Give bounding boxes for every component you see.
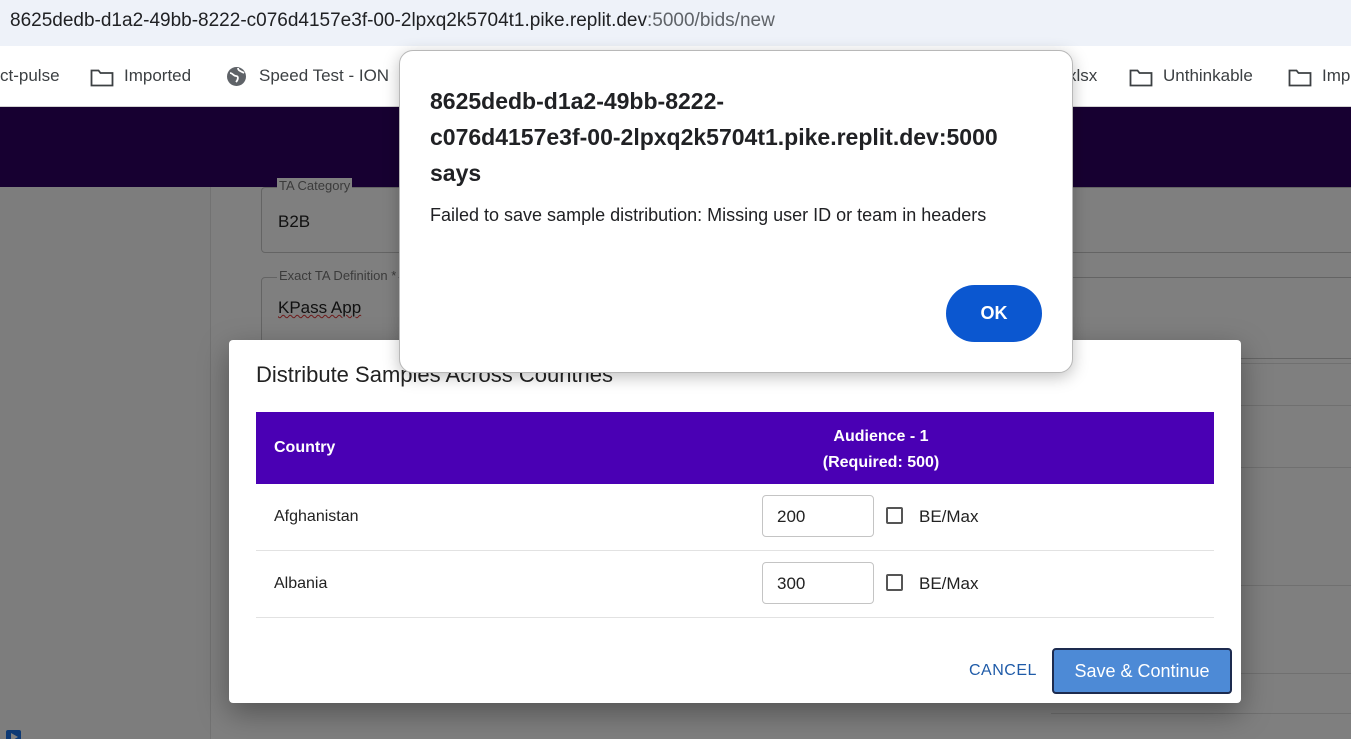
table-header: Country Audience - 1 (Required: 500) — [256, 412, 1214, 484]
globe-icon — [226, 66, 247, 87]
url-host: 8625dedb-d1a2-49bb-8222-c076d4157e3f-00-… — [10, 10, 647, 31]
be-max-checkbox[interactable] — [886, 507, 903, 524]
address-bar[interactable]: 8625dedb-d1a2-49bb-8222-c076d4157e3f-00-… — [0, 0, 1351, 46]
url-text[interactable]: 8625dedb-d1a2-49bb-8222-c076d4157e3f-00-… — [10, 0, 775, 42]
quantity-input[interactable]: 200 — [762, 495, 874, 537]
alert-origin: 8625dedb-d1a2-49bb-8222- c076d4157e3f-00-… — [430, 83, 1050, 191]
be-max-label: BE/Max — [919, 507, 979, 526]
folder-icon — [90, 68, 114, 87]
table-row: Albania 300 BE/Max — [256, 551, 1214, 618]
bookmark-label: ct-pulse — [0, 66, 60, 85]
be-max-label: BE/Max — [919, 574, 979, 593]
url-path: :5000/bids/new — [647, 10, 775, 31]
quantity-input[interactable]: 300 — [762, 562, 874, 604]
bookmark-imported[interactable]: Imported — [90, 46, 191, 106]
be-max-checkbox[interactable] — [886, 574, 903, 591]
browser-alert-dialog: 8625dedb-d1a2-49bb-8222- c076d4157e3f-00-… — [399, 50, 1073, 373]
bookmark-imp[interactable]: Imp — [1288, 46, 1350, 106]
bookmark-label: Imp — [1322, 66, 1351, 85]
folder-icon — [1288, 68, 1312, 87]
table-row: Afghanistan 200 BE/Max — [256, 484, 1214, 551]
save-and-continue-button[interactable]: Save & Continue — [1052, 648, 1232, 694]
audience-name: Audience - 1 — [833, 428, 929, 445]
distribution-table: Country Audience - 1 (Required: 500) Afg… — [256, 412, 1214, 618]
alert-origin-host: 8625dedb-d1a2-49bb-8222- c076d4157e3f-00-… — [430, 88, 998, 150]
bookmark-speed-test[interactable]: Speed Test - ION — [226, 46, 389, 106]
distribute-samples-dialog: Distribute Samples Across Countries Coun… — [229, 340, 1241, 703]
country-name: Albania — [274, 575, 328, 592]
folder-icon — [1129, 68, 1153, 87]
bookmark-label: Imported — [124, 66, 192, 85]
bookmark-unthinkable[interactable]: Unthinkable — [1129, 46, 1253, 106]
bookmark-label: Unthinkable — [1163, 66, 1253, 85]
ok-button[interactable]: OK — [946, 285, 1042, 342]
alert-message: Failed to save sample distribution: Miss… — [430, 205, 987, 225]
country-name: Afghanistan — [274, 508, 359, 525]
alert-says: says — [430, 160, 482, 186]
cancel-button[interactable]: CANCEL — [969, 662, 1037, 680]
bookmark-label: Speed Test - ION — [259, 66, 390, 85]
bookmark-ct-pulse[interactable]: ct-pulse — [0, 46, 60, 106]
audience-required: (Required: 500) — [822, 454, 940, 471]
column-header-country: Country — [274, 439, 336, 456]
column-header-audience: Audience - 1 (Required: 500) — [756, 424, 1006, 476]
